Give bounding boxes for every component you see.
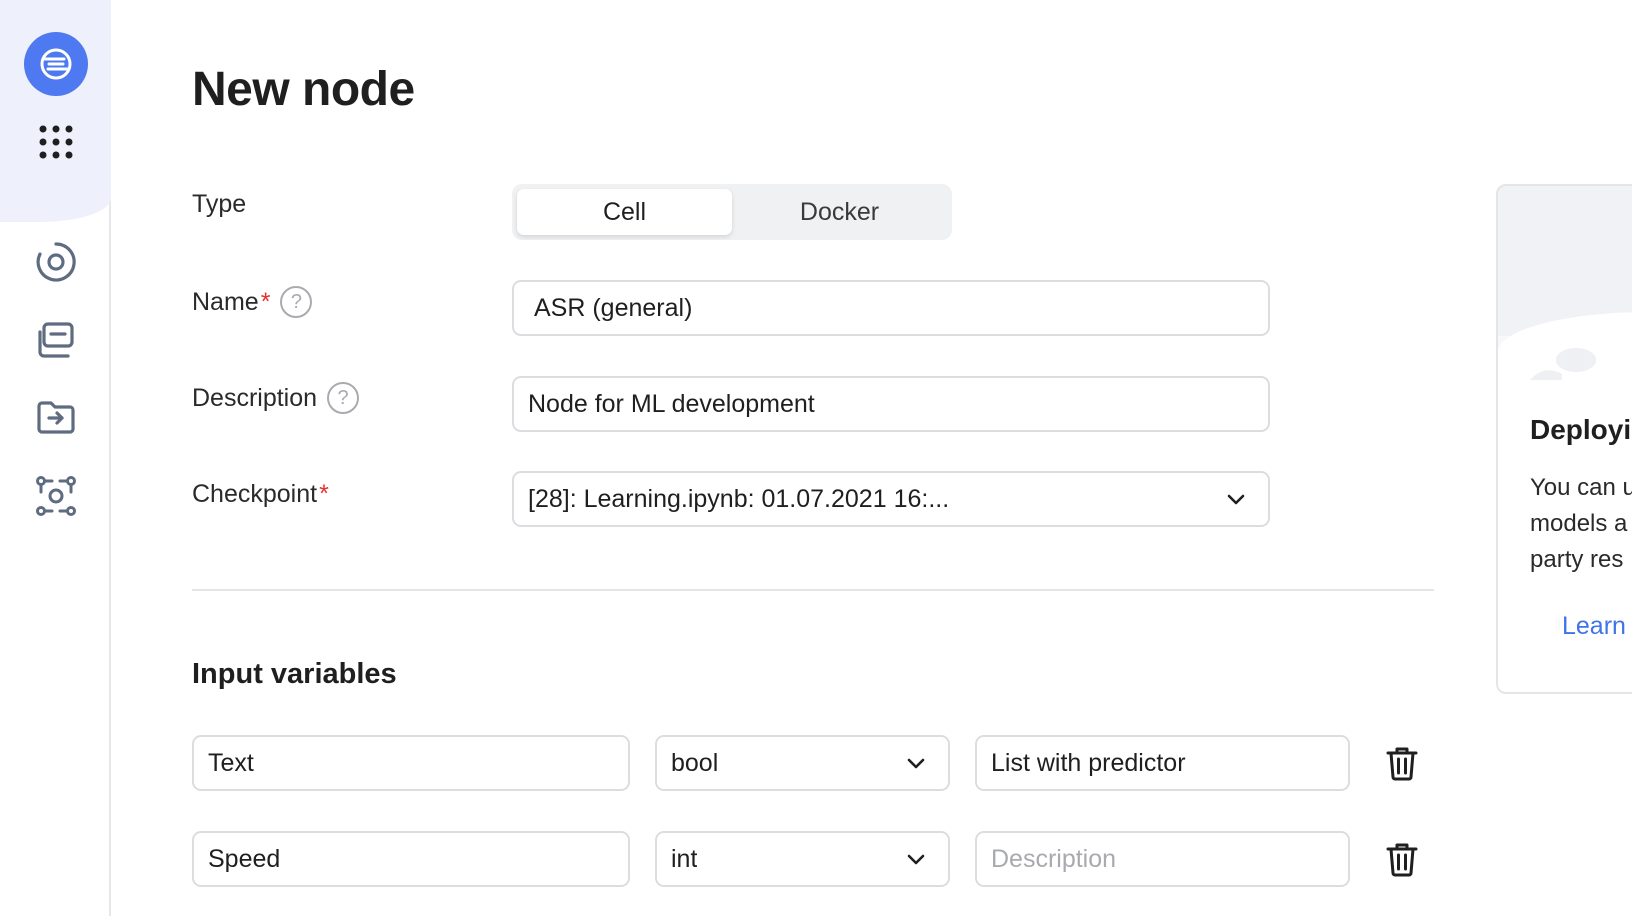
- required-mark: *: [319, 480, 329, 508]
- type-option-cell[interactable]: Cell: [517, 189, 732, 235]
- section-divider: [192, 589, 1434, 591]
- learn-more-link[interactable]: Learn: [1562, 612, 1626, 641]
- description-label: Description ?: [192, 382, 360, 414]
- grid-dots-icon[interactable]: [34, 120, 78, 164]
- card-text-line: models a: [1530, 510, 1628, 537]
- checkpoint-label: Checkpoint *: [192, 480, 329, 509]
- card-text: You can u models a party res: [1530, 470, 1632, 578]
- stacked-folders-icon[interactable]: [34, 318, 78, 362]
- help-icon[interactable]: ?: [280, 286, 313, 318]
- card-title: Deployi: [1530, 414, 1632, 445]
- help-icon[interactable]: ?: [327, 382, 360, 414]
- name-field[interactable]: [512, 280, 1270, 336]
- variable-name-field[interactable]: [192, 735, 630, 791]
- info-card: Deployi You can u models a party res Lea…: [1496, 184, 1632, 694]
- chevron-down-icon: [1227, 494, 1245, 505]
- type-label: Type: [192, 190, 246, 219]
- trash-icon[interactable]: [1382, 839, 1422, 879]
- variable-description-input[interactable]: [991, 844, 1328, 874]
- cloud-illustration-icon: [1530, 348, 1596, 380]
- variable-type-value: bool: [671, 748, 719, 777]
- page-title: New node: [192, 63, 415, 116]
- card-text-line: party res: [1530, 546, 1624, 573]
- checkpoint-label-text: Checkpoint: [192, 480, 318, 508]
- name-label-text: Name: [192, 287, 259, 316]
- variable-name-field[interactable]: [192, 831, 630, 887]
- target-ring-icon[interactable]: [34, 240, 78, 284]
- description-field[interactable]: [512, 376, 1270, 432]
- variable-name-input[interactable]: [208, 844, 608, 874]
- chevron-down-icon: [907, 854, 925, 865]
- variable-description-input[interactable]: [991, 748, 1328, 778]
- variable-type-select[interactable]: bool: [655, 735, 950, 791]
- type-option-docker[interactable]: Docker: [732, 189, 947, 235]
- checkpoint-select[interactable]: [28]: Learning.ipynb: 01.07.2021 16:...: [512, 471, 1270, 527]
- sidebar: [0, 0, 111, 916]
- chevron-down-icon: [907, 758, 925, 769]
- folder-arrow-icon[interactable]: [34, 396, 78, 440]
- required-mark: *: [260, 287, 271, 316]
- card-text-line: You can u: [1530, 474, 1632, 501]
- description-input[interactable]: [528, 389, 1248, 419]
- variable-type-value: int: [671, 844, 698, 873]
- variable-type-select[interactable]: int: [655, 831, 950, 887]
- trash-icon[interactable]: [1382, 743, 1422, 783]
- input-variables-title: Input variables: [192, 658, 397, 690]
- variable-description-field[interactable]: [975, 735, 1350, 791]
- datasphere-logo-icon[interactable]: [24, 32, 88, 96]
- checkpoint-value: [28]: Learning.ipynb: 01.07.2021 16:...: [528, 484, 950, 513]
- type-label-text: Type: [192, 190, 247, 218]
- type-segmented-control: Cell Docker: [512, 184, 952, 240]
- name-label: Name * ?: [192, 286, 313, 318]
- name-input[interactable]: [534, 293, 1248, 323]
- description-label-text: Description: [192, 383, 318, 412]
- node-graph-icon[interactable]: [34, 474, 78, 518]
- variable-name-input[interactable]: [208, 748, 608, 778]
- variable-description-field[interactable]: [975, 831, 1350, 887]
